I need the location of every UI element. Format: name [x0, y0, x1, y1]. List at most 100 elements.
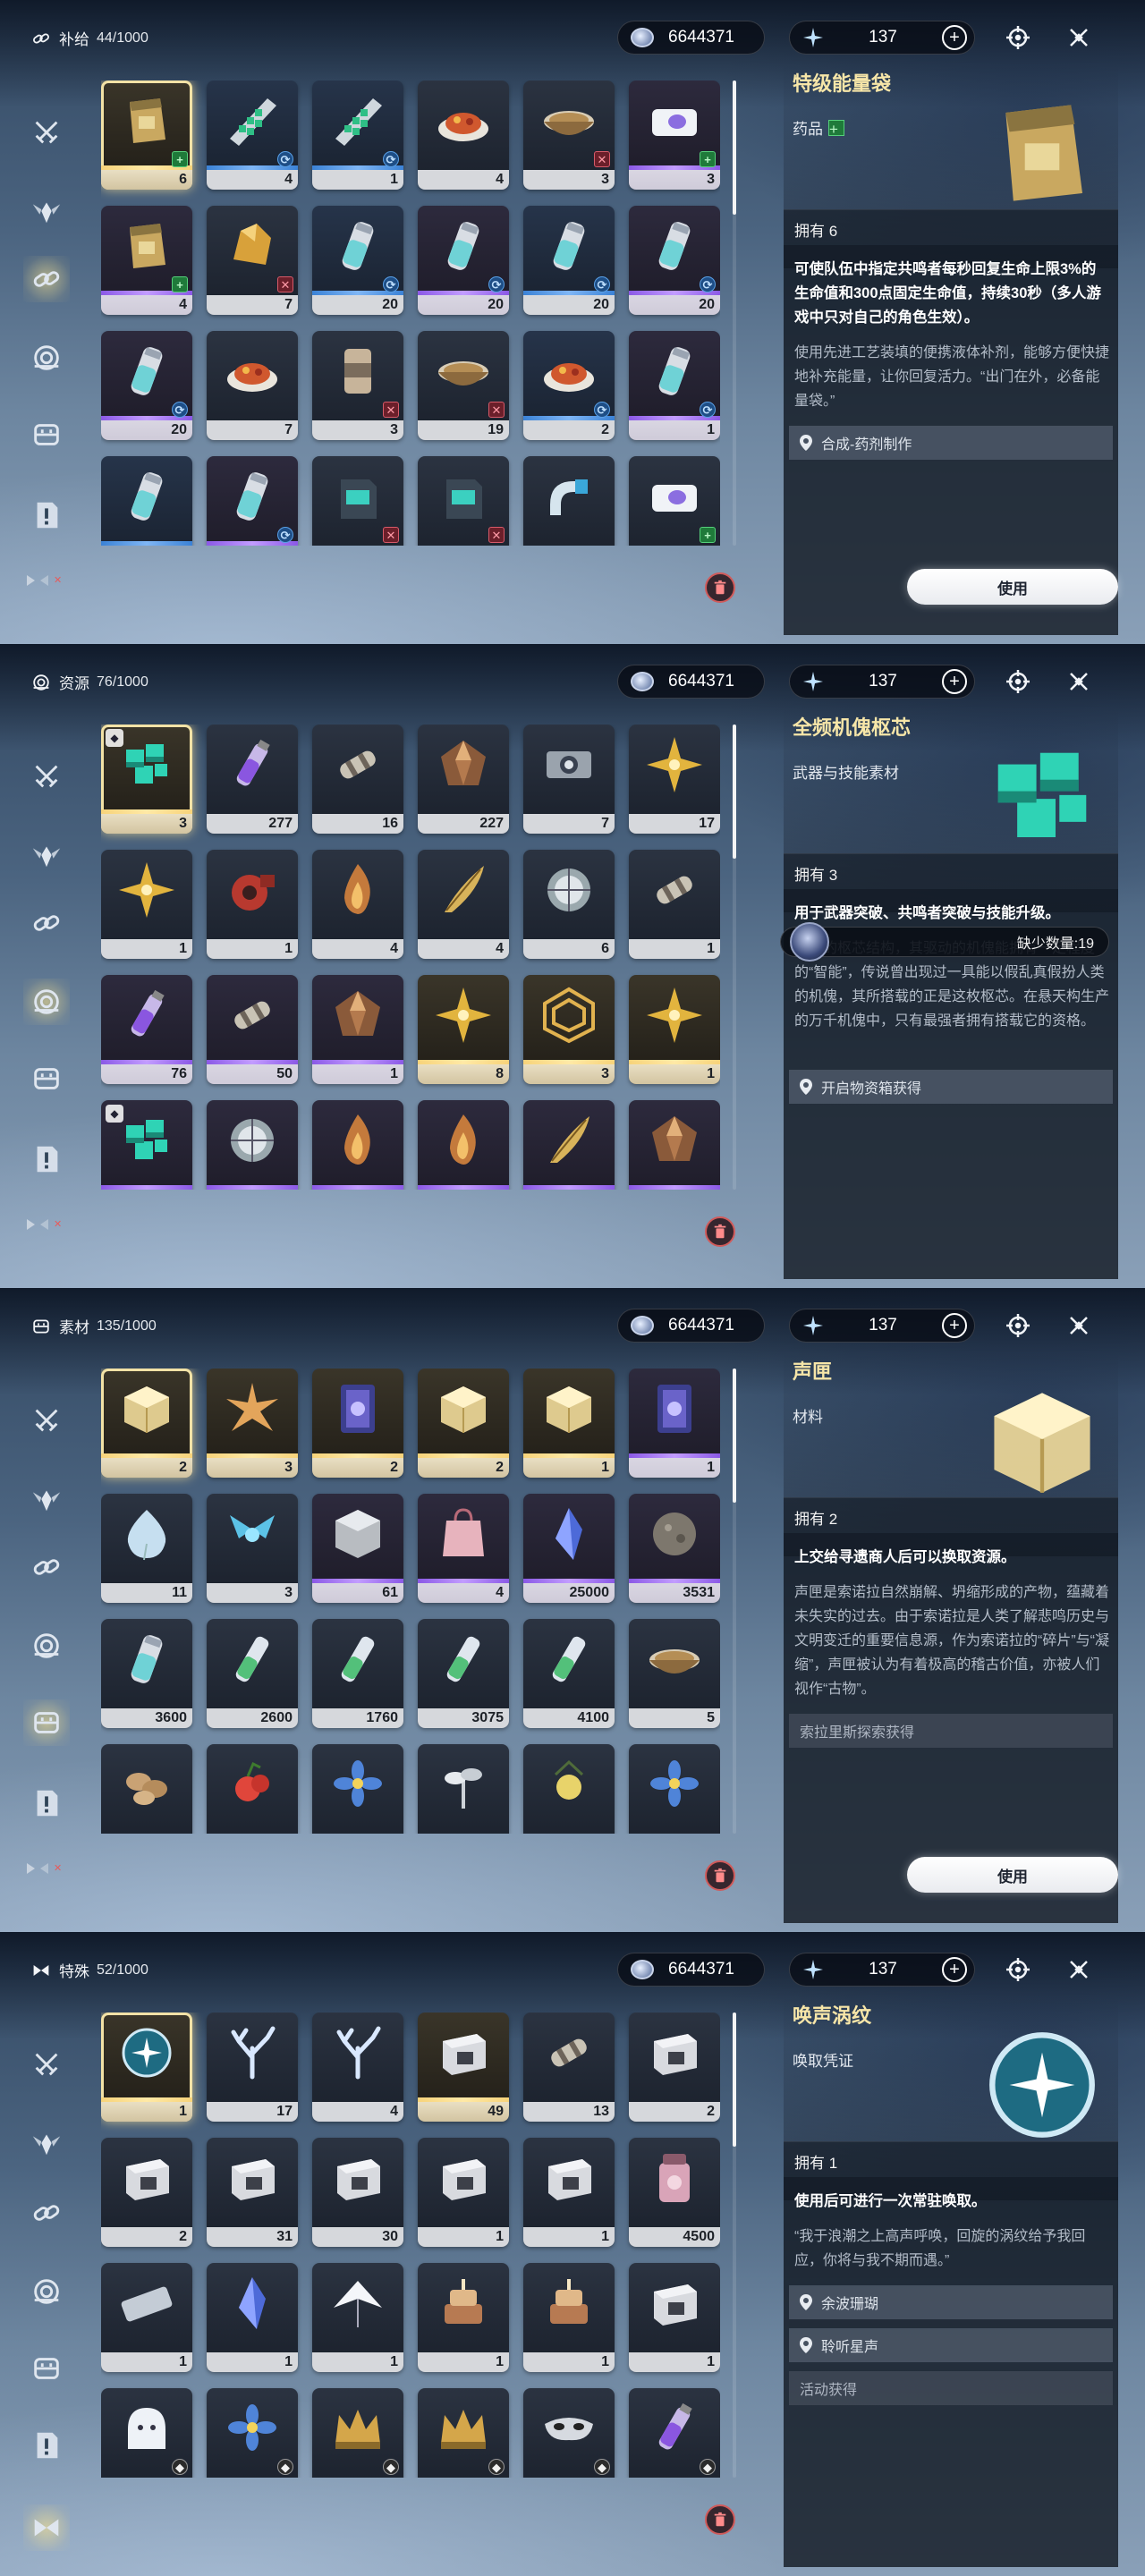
- sidebar-tab-1[interactable]: [23, 832, 70, 878]
- item-slot[interactable]: [523, 1100, 615, 1190]
- use-button[interactable]: 使用: [907, 569, 1118, 605]
- item-slot[interactable]: 5: [629, 1619, 720, 1728]
- close-icon[interactable]: [1063, 665, 1095, 698]
- item-slot[interactable]: 3075: [418, 1619, 509, 1728]
- source-entry[interactable]: 合成-药剂制作: [789, 426, 1113, 460]
- scroll-thumb[interactable]: [733, 1368, 736, 1503]
- item-slot[interactable]: 1: [312, 975, 403, 1084]
- sidebar-tab-1[interactable]: [23, 2120, 70, 2166]
- crosshair-icon[interactable]: [1002, 665, 1034, 698]
- item-slot[interactable]: 2: [101, 1368, 192, 1478]
- item-slot[interactable]: ◆ 3: [101, 724, 192, 834]
- item-slot[interactable]: 4 +: [101, 206, 192, 315]
- sidebar-tab-5[interactable]: [23, 2422, 70, 2469]
- item-slot[interactable]: [312, 1744, 403, 1834]
- item-slot[interactable]: [418, 1100, 509, 1190]
- item-slot[interactable]: 7: [523, 724, 615, 834]
- item-slot[interactable]: ◆: [629, 2388, 720, 2478]
- item-slot[interactable]: 4: [312, 2012, 403, 2122]
- sidebar-tab-2[interactable]: [23, 256, 70, 302]
- item-slot[interactable]: [629, 1100, 720, 1190]
- item-slot[interactable]: 1: [523, 2263, 615, 2372]
- item-slot[interactable]: 227: [418, 724, 509, 834]
- item-slot[interactable]: 30: [312, 2138, 403, 2247]
- grid-scrollbar[interactable]: [733, 2012, 736, 2478]
- item-slot[interactable]: 1760: [312, 1619, 403, 1728]
- sidebar-tab-1[interactable]: [23, 1476, 70, 1522]
- item-slot[interactable]: 4: [418, 1494, 509, 1603]
- item-slot[interactable]: 17: [207, 2012, 298, 2122]
- item-slot[interactable]: 2600: [207, 1619, 298, 1728]
- sidebar-tab-4[interactable]: [23, 1699, 70, 1746]
- item-slot[interactable]: 1: [207, 2263, 298, 2372]
- item-slot[interactable]: 3: [207, 1368, 298, 1478]
- item-slot[interactable]: 1: [101, 2012, 192, 2122]
- item-slot[interactable]: 2 ⟳: [523, 331, 615, 440]
- item-slot[interactable]: 19 ✕: [418, 331, 509, 440]
- item-slot[interactable]: 76: [101, 975, 192, 1084]
- item-slot[interactable]: ◆: [418, 2388, 509, 2478]
- sidebar-tab-2[interactable]: [23, 1544, 70, 1590]
- scroll-thumb[interactable]: [733, 80, 736, 215]
- sidebar-tab-4[interactable]: [23, 1055, 70, 1102]
- item-slot[interactable]: 1: [418, 2138, 509, 2247]
- item-slot[interactable]: 8: [418, 975, 509, 1084]
- crosshair-icon[interactable]: [1002, 1953, 1034, 1986]
- item-slot[interactable]: 7: [207, 331, 298, 440]
- item-slot[interactable]: 13: [523, 2012, 615, 2122]
- item-slot[interactable]: [523, 456, 615, 546]
- item-slot[interactable]: 3: [523, 975, 615, 1084]
- sidebar-tab-1[interactable]: [23, 188, 70, 234]
- item-slot[interactable]: 4500: [629, 2138, 720, 2247]
- sidebar-tab-0[interactable]: [23, 753, 70, 800]
- sidebar-tab-4[interactable]: [23, 2345, 70, 2392]
- item-slot[interactable]: ◆: [312, 2388, 403, 2478]
- item-slot[interactable]: 2: [312, 1368, 403, 1478]
- item-slot[interactable]: 7 ✕: [207, 206, 298, 315]
- item-slot[interactable]: 4100: [523, 1619, 615, 1728]
- item-slot[interactable]: 20 ⟳: [312, 206, 403, 315]
- item-slot[interactable]: ✕: [312, 456, 403, 546]
- item-slot[interactable]: 61: [312, 1494, 403, 1603]
- item-slot[interactable]: 1: [418, 2263, 509, 2372]
- item-slot[interactable]: 17: [629, 724, 720, 834]
- item-slot[interactable]: [207, 1744, 298, 1834]
- item-slot[interactable]: 11: [101, 1494, 192, 1603]
- crosshair-icon[interactable]: [1002, 1309, 1034, 1342]
- item-slot[interactable]: 1: [101, 2263, 192, 2372]
- grid-scrollbar[interactable]: [733, 1368, 736, 1834]
- item-slot[interactable]: 3 ✕: [312, 331, 403, 440]
- item-slot[interactable]: ◆: [207, 2388, 298, 2478]
- item-slot[interactable]: [101, 456, 192, 546]
- item-slot[interactable]: 1: [629, 2263, 720, 2372]
- item-slot[interactable]: 1: [207, 850, 298, 959]
- item-slot[interactable]: +: [629, 456, 720, 546]
- sidebar-tab-0[interactable]: [23, 1397, 70, 1444]
- item-slot[interactable]: 1: [101, 850, 192, 959]
- sidebar-tab-4[interactable]: [23, 411, 70, 458]
- item-slot[interactable]: 2: [629, 2012, 720, 2122]
- source-entry[interactable]: 聆听星声: [789, 2328, 1113, 2362]
- scroll-thumb[interactable]: [733, 2012, 736, 2147]
- item-slot[interactable]: 6: [523, 850, 615, 959]
- item-slot[interactable]: ◆: [101, 1100, 192, 1190]
- delete-button[interactable]: [705, 1216, 735, 1247]
- item-slot[interactable]: 20 ⟳: [101, 331, 192, 440]
- sidebar-tab-3[interactable]: [23, 2268, 70, 2315]
- item-slot[interactable]: 1: [312, 2263, 403, 2372]
- item-slot[interactable]: 1: [629, 1368, 720, 1478]
- item-slot[interactable]: [207, 1100, 298, 1190]
- item-slot[interactable]: 1: [629, 850, 720, 959]
- item-slot[interactable]: [418, 1744, 509, 1834]
- source-entry[interactable]: 索拉里斯探索获得: [789, 1714, 1113, 1748]
- item-slot[interactable]: 4: [418, 80, 509, 190]
- item-slot[interactable]: 50: [207, 975, 298, 1084]
- item-slot[interactable]: ◆: [523, 2388, 615, 2478]
- item-slot[interactable]: 16: [312, 724, 403, 834]
- item-slot[interactable]: 1 ⟳: [629, 331, 720, 440]
- sidebar-tab-2[interactable]: [23, 2190, 70, 2236]
- item-slot[interactable]: 2: [418, 1368, 509, 1478]
- close-icon[interactable]: [1063, 21, 1095, 54]
- add-astrite-button[interactable]: +: [941, 25, 967, 50]
- sidebar-tab-0[interactable]: [23, 2041, 70, 2088]
